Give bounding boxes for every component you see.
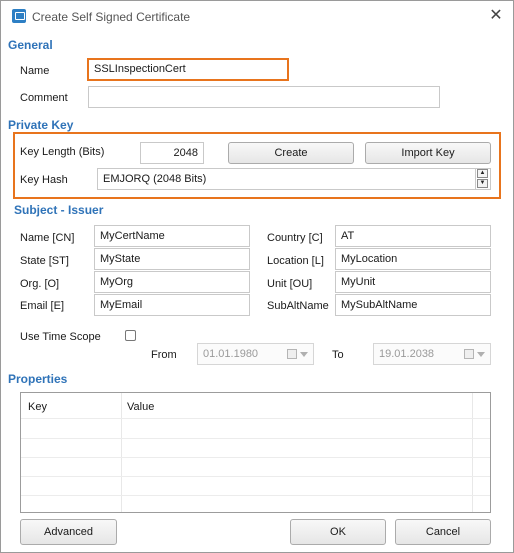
- section-general-title: General: [8, 38, 53, 52]
- subaltname-field[interactable]: MySubAltName: [335, 294, 491, 316]
- advanced-button[interactable]: Advanced: [20, 519, 117, 545]
- column-header-value[interactable]: Value: [127, 401, 154, 413]
- to-date-value: 19.01.2038: [379, 348, 435, 360]
- close-icon[interactable]: ✕: [487, 7, 505, 25]
- cn-label: Name [CN]: [20, 232, 75, 244]
- o-label: Org. [O]: [20, 278, 60, 290]
- import-key-button[interactable]: Import Key: [365, 142, 491, 164]
- window-title: Create Self Signed Certificate: [32, 10, 191, 24]
- from-date-value: 01.01.1980: [203, 348, 259, 360]
- key-length-label: Key Length (Bits): [20, 146, 105, 158]
- key-hash-field[interactable]: EMJORQ (2048 Bits): [97, 168, 491, 190]
- comment-field[interactable]: [88, 86, 440, 108]
- row-divider: [21, 495, 490, 496]
- country-label: Country [C]: [267, 232, 323, 244]
- unit-field[interactable]: MyUnit: [335, 271, 491, 293]
- properties-table[interactable]: Key Value: [20, 392, 491, 513]
- section-subject-title: Subject - Issuer: [14, 203, 104, 217]
- column-header-key[interactable]: Key: [28, 401, 47, 413]
- calendar-icon: [464, 349, 474, 359]
- row-divider: [21, 476, 490, 477]
- key-length-field[interactable]: 2048: [140, 142, 204, 164]
- key-hash-spinner[interactable]: ▲ ▼: [475, 169, 489, 189]
- ok-button[interactable]: OK: [290, 519, 386, 545]
- cancel-button[interactable]: Cancel: [395, 519, 491, 545]
- create-button[interactable]: Create: [228, 142, 354, 164]
- row-divider: [21, 457, 490, 458]
- title-bar: Create Self Signed Certificate ✕: [1, 1, 513, 31]
- location-label: Location [L]: [267, 255, 324, 267]
- section-properties-title: Properties: [8, 372, 68, 386]
- comment-label: Comment: [20, 92, 68, 104]
- row-divider: [21, 438, 490, 439]
- o-field[interactable]: MyOrg: [94, 271, 250, 293]
- certificate-app-icon: [12, 9, 26, 23]
- calendar-icon: [287, 349, 297, 359]
- use-time-scope-label: Use Time Scope: [20, 331, 101, 343]
- create-certificate-dialog: Create Self Signed Certificate ✕ General…: [0, 0, 514, 553]
- key-hash-label: Key Hash: [20, 174, 68, 186]
- name-field[interactable]: SSLInspectionCert: [89, 60, 287, 79]
- section-private-key-title: Private Key: [8, 118, 74, 132]
- subaltname-label: SubAltName: [267, 300, 329, 312]
- chevron-down-icon[interactable]: [477, 352, 485, 357]
- chevron-down-icon[interactable]: [300, 352, 308, 357]
- spin-down-icon[interactable]: ▼: [477, 179, 488, 188]
- email-label: Email [E]: [20, 300, 65, 312]
- spin-up-icon[interactable]: ▲: [477, 169, 488, 178]
- key-hash-value: EMJORQ (2048 Bits): [103, 173, 207, 185]
- use-time-scope-checkbox[interactable]: [125, 330, 136, 341]
- unit-label: Unit [OU]: [267, 278, 313, 290]
- country-field[interactable]: AT: [335, 225, 491, 247]
- email-field[interactable]: MyEmail: [94, 294, 250, 316]
- name-label: Name: [20, 65, 50, 77]
- st-field[interactable]: MyState: [94, 248, 250, 270]
- row-divider: [21, 418, 490, 419]
- to-label: To: [332, 349, 344, 361]
- st-label: State [ST]: [20, 255, 69, 267]
- location-field[interactable]: MyLocation: [335, 248, 491, 270]
- from-label: From: [151, 349, 177, 361]
- cn-field[interactable]: MyCertName: [94, 225, 250, 247]
